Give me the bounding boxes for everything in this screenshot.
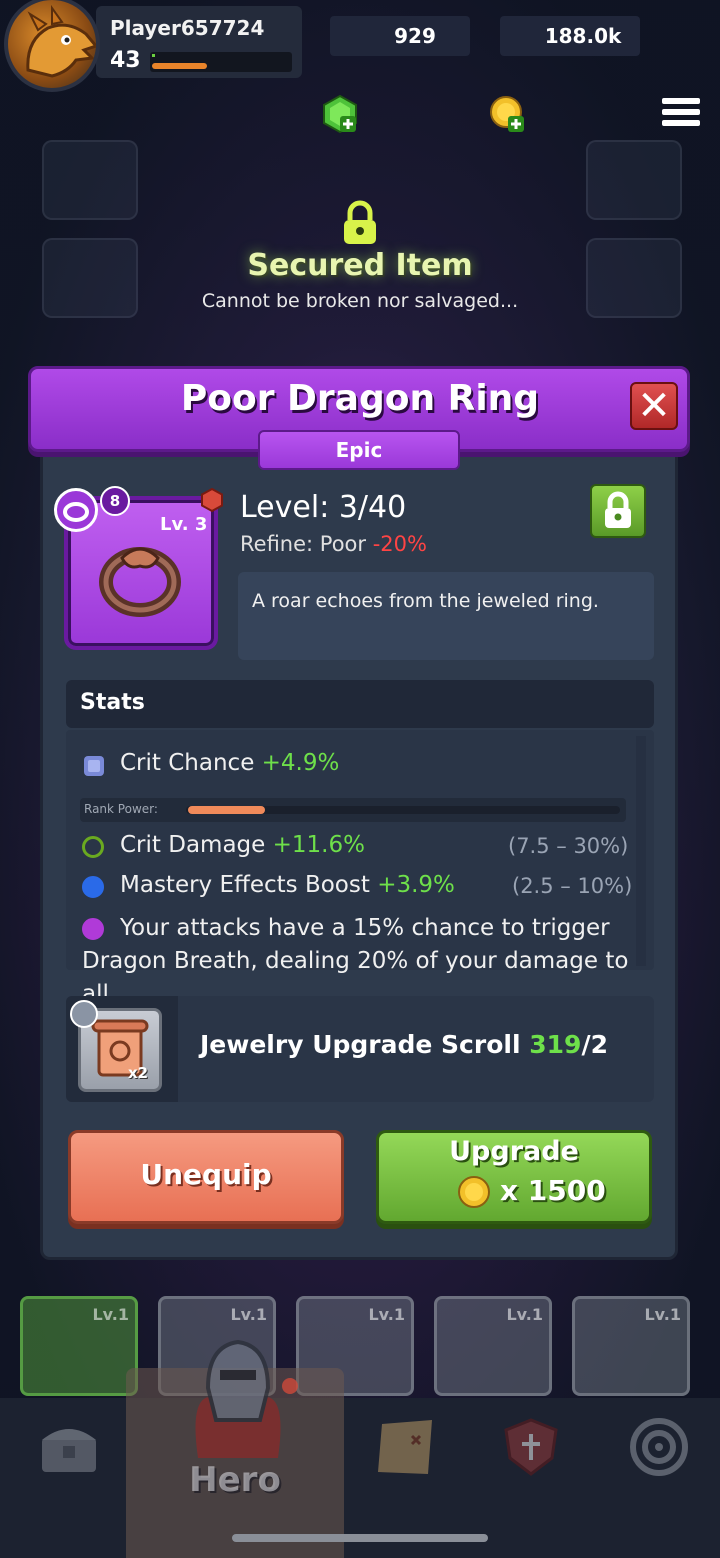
stats-title: Stats: [80, 690, 145, 715]
player-avatar[interactable]: [4, 0, 100, 92]
coin-count: 188.0k: [544, 24, 622, 48]
stat-range: (7.5 – 30%): [508, 834, 629, 858]
equip-slot-cookie: Lv.1: [572, 1296, 690, 1396]
item-description: A roar echoes from the jeweled ring.: [252, 590, 599, 612]
top-bar: [0, 80, 720, 160]
slot-level: Lv.1: [506, 1305, 543, 1324]
nav-hero-label: Hero: [189, 1460, 281, 1500]
player-name: Player657724: [110, 16, 265, 40]
player-level: 43: [110, 48, 141, 73]
stat-label: Crit Chance: [120, 750, 255, 776]
xp-bar-fill: [152, 63, 208, 69]
ability-line: Your attacks have a 15% chance to trigge…: [120, 915, 610, 941]
hex-gem-icon: [201, 488, 223, 512]
description-box: [238, 572, 654, 660]
hamburger-menu-icon[interactable]: [662, 98, 700, 130]
target-icon[interactable]: [624, 1412, 694, 1482]
material-need: /2: [581, 1030, 608, 1059]
stat-crit-chance: Crit Chance +4.9%: [120, 750, 339, 776]
coin-plus-icon[interactable]: [488, 94, 528, 134]
item-level-badge: Lv. 3: [160, 514, 208, 535]
lock-toggle-button[interactable]: [590, 484, 646, 538]
stat-range: (2.5 – 10%): [512, 874, 633, 898]
slot-level: Lv.1: [644, 1305, 681, 1324]
item-level: Level: 3/40: [240, 490, 407, 525]
stat-label: Crit Damage: [120, 832, 266, 858]
material-have: 319: [529, 1030, 582, 1059]
gem-count: 929: [394, 24, 436, 48]
coin-counter[interactable]: 188.0k: [500, 16, 640, 56]
ring-type-icon: [54, 488, 98, 532]
upgrade-label: Upgrade: [449, 1136, 579, 1167]
item-name: Poor Dragon Ring: [180, 378, 540, 419]
chest-icon[interactable]: [34, 1412, 104, 1482]
equip-slot-weapon: Lv.1: [20, 1296, 138, 1396]
lock-icon: [344, 200, 376, 244]
rank-power-label: Rank Power:: [84, 802, 158, 816]
stat-value: +4.9%: [261, 750, 340, 776]
equip-slot-gloves-2: Lv.1: [434, 1296, 552, 1396]
lock-icon: [605, 491, 631, 528]
stat-mastery-boost: Mastery Effects Boost +3.9%: [120, 872, 455, 898]
rank-power-fill: [188, 806, 266, 814]
blue-stat-dot-icon: [82, 876, 104, 898]
item-count-badge: 8: [100, 486, 130, 516]
close-button[interactable]: ✕: [630, 382, 678, 430]
ring-category-icon: [70, 1000, 98, 1028]
refine-penalty: -20%: [372, 532, 427, 556]
slot-level: Lv.1: [92, 1305, 129, 1324]
home-indicator[interactable]: [232, 1534, 488, 1542]
gem-plus-icon[interactable]: [320, 94, 360, 134]
stat-label: Mastery Effects Boost: [120, 872, 370, 898]
guild-shield-icon[interactable]: [496, 1412, 566, 1482]
stat-value: +3.9%: [377, 872, 455, 898]
xp-bar-marker: [152, 54, 155, 57]
stats-header: [66, 680, 654, 728]
slot-level: Lv.1: [368, 1305, 405, 1324]
stat-crit-damage: Crit Damage +11.6%: [120, 832, 365, 858]
gem-counter[interactable]: 929: [330, 16, 470, 56]
coin-icon: [458, 1176, 490, 1208]
green-stat-dot-icon: [82, 836, 104, 858]
refine-info: Refine: Poor -20%: [240, 532, 427, 556]
secured-subtitle: Cannot be broken nor salvaged...: [201, 290, 519, 312]
knight-helmet-icon: [195, 1339, 298, 1458]
xp-bar: [150, 52, 292, 72]
rarity-badge: Epic: [258, 430, 460, 470]
unequip-button[interactable]: Unequip: [68, 1130, 344, 1224]
map-icon[interactable]: [372, 1412, 442, 1482]
upgrade-material-text: Jewelry Upgrade Scroll 319/2: [200, 1030, 608, 1059]
scroll-icon-count: x2: [128, 1064, 149, 1082]
crit-chance-icon: [84, 756, 104, 776]
material-name: Jewelry Upgrade Scroll: [200, 1030, 521, 1059]
secured-title: Secured Item: [247, 248, 473, 283]
slot-level: Lv.1: [230, 1305, 267, 1324]
refine-label: Refine: Poor: [240, 532, 367, 556]
stat-value: +11.6%: [272, 832, 365, 858]
upgrade-cost: x 1500: [500, 1174, 606, 1207]
